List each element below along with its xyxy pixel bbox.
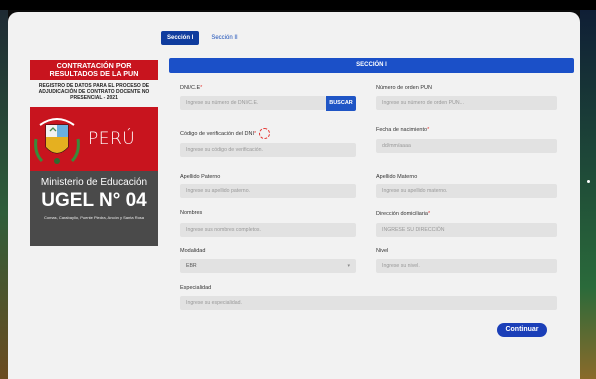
codigo-label-text: Código de verificación del DNI bbox=[180, 130, 254, 137]
nombres-input[interactable]: Ingrese sus nombres completos. bbox=[180, 223, 356, 237]
buscar-button[interactable]: BUSCAR bbox=[326, 96, 356, 111]
nivel-label: Nivel bbox=[376, 248, 389, 254]
ap-materno-label: Apellido Materno bbox=[376, 174, 418, 180]
dni-input[interactable]: Ingrese su número de DNI/C.E. bbox=[180, 96, 326, 110]
nombres-label: Nombres bbox=[180, 210, 203, 216]
section-tabs: Sección I Sección II bbox=[161, 28, 250, 48]
background-dot bbox=[587, 180, 590, 183]
direccion-input[interactable]: INGRESE SU DIRECCIÓN bbox=[376, 223, 557, 237]
desktop-background-left bbox=[0, 10, 8, 379]
loading-spinner-icon bbox=[259, 128, 271, 139]
dni-label-text: DNI/C.E bbox=[180, 85, 201, 91]
continuar-button[interactable]: Continuar bbox=[497, 323, 547, 337]
especialidad-input[interactable]: Ingrese su especialidad. bbox=[180, 296, 557, 310]
sidebar-description: REGISTRO DE DATOS PARA EL PROCESO DE ADJ… bbox=[38, 83, 150, 101]
modalidad-label: Modalidad bbox=[180, 248, 206, 254]
app-window: Sección I Sección II CONTRATACIÓN POR RE… bbox=[8, 12, 580, 379]
ap-paterno-input[interactable]: Ingrese su apellido paterno. bbox=[180, 184, 356, 198]
fecha-label-text: Fecha de nacimiento bbox=[376, 127, 428, 133]
required-mark: * bbox=[253, 130, 257, 137]
modalidad-value: EBR bbox=[186, 263, 197, 269]
required-mark: * bbox=[200, 85, 203, 91]
screen-top-bar bbox=[0, 0, 596, 10]
sidebar-title: CONTRATACIÓN POR RESULTADOS DE LA PUN bbox=[30, 60, 158, 80]
required-mark: * bbox=[427, 211, 431, 217]
desktop-background-right bbox=[580, 10, 596, 379]
codigo-label: Código de verificación del DNI* bbox=[180, 128, 271, 139]
chevron-down-icon: ▾ bbox=[347, 263, 350, 269]
modalidad-select[interactable]: EBR ▾ bbox=[180, 259, 356, 273]
especialidad-label: Especialidad bbox=[180, 285, 212, 291]
sidebar-banner: CONTRATACIÓN POR RESULTADOS DE LA PUN RE… bbox=[30, 60, 158, 378]
orden-pun-label: Número de orden PUN bbox=[376, 85, 432, 91]
ministry-panel: Ministerio de Educación UGEL N° 04 Comas… bbox=[30, 171, 158, 246]
ap-materno-input[interactable]: Ingrese su apellido materno. bbox=[376, 184, 557, 198]
country-label: PERÚ bbox=[88, 129, 136, 149]
dni-label: DNI/C.E* bbox=[180, 85, 202, 91]
fecha-input[interactable]: dd/mm/aaaa bbox=[376, 139, 557, 153]
direccion-label: Dirección domiciliaria* bbox=[376, 211, 430, 217]
ugel-label: UGEL N° 04 bbox=[41, 190, 147, 211]
ministry-label: Ministerio de Educación bbox=[40, 177, 148, 188]
tab-seccion-1[interactable]: Sección I bbox=[161, 31, 200, 45]
orden-pun-input[interactable]: Ingrese su número de orden PUN... bbox=[376, 96, 557, 110]
tab-seccion-2[interactable]: Sección II bbox=[205, 31, 243, 45]
section-title-bar: SECCIÓN I bbox=[169, 58, 574, 73]
ap-paterno-label: Apellido Paterno bbox=[180, 174, 221, 180]
direccion-label-text: Dirección domiciliaria bbox=[376, 211, 428, 217]
required-mark: * bbox=[427, 127, 430, 133]
ugel-districts: Comas, Carabayllo, Puente Piedra, Ancón … bbox=[43, 215, 145, 220]
peru-coat-of-arms-icon bbox=[34, 118, 80, 164]
nivel-input[interactable]: Ingrese su nivel. bbox=[376, 259, 557, 273]
codigo-input[interactable]: Ingrese su código de verificación. bbox=[180, 143, 356, 157]
fecha-label: Fecha de nacimiento* bbox=[376, 127, 429, 133]
country-banner: PERÚ bbox=[30, 107, 158, 171]
